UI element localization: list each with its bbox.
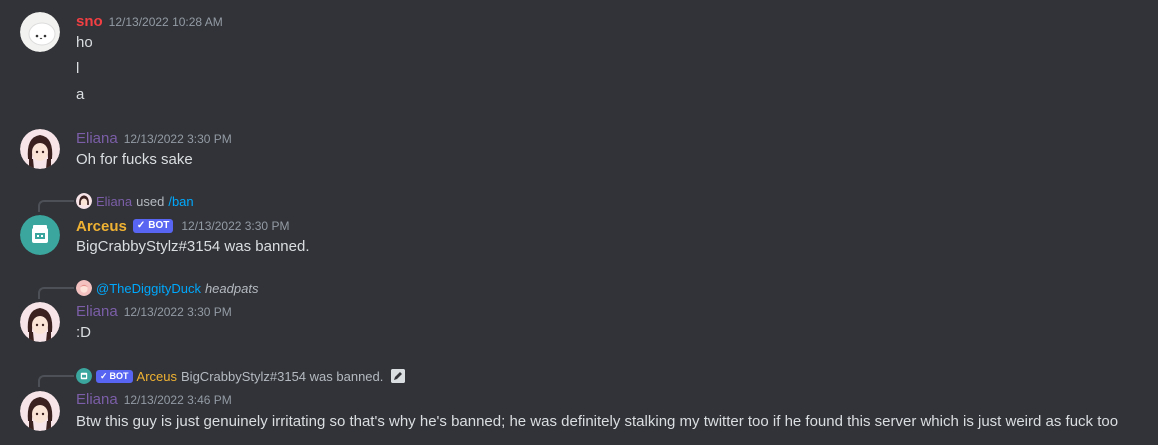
username[interactable]: Arceus <box>76 218 127 235</box>
edit-icon <box>391 369 406 383</box>
username[interactable]: Eliana <box>76 130 118 147</box>
message-eliana-reply-arceus: ✓ BOT Arceus BigCrabbyStylz#3154 was ban… <box>0 367 1158 437</box>
avatar-sno[interactable] <box>20 12 60 52</box>
reply-spine <box>38 287 74 299</box>
message-line: ho <box>76 34 93 51</box>
check-icon: ✓ <box>136 220 146 231</box>
reply-username[interactable]: Arceus <box>137 369 177 384</box>
message-line: a <box>76 86 85 103</box>
reply-preview[interactable]: @TheDiggityDuck headpats <box>76 279 258 297</box>
bot-badge-label: BOT <box>109 370 129 381</box>
username[interactable]: Eliana <box>76 391 118 408</box>
avatar-eliana[interactable] <box>20 302 60 342</box>
reply-text: BigCrabbyStylz#3154 was banned. <box>181 368 384 384</box>
avatar-eliana[interactable] <box>20 129 60 169</box>
bot-badge: ✓ BOT <box>96 369 133 383</box>
reply-text: headpats <box>204 280 259 296</box>
bot-badge: ✓ BOT <box>132 219 174 233</box>
username[interactable]: sno <box>76 13 103 30</box>
message-line: :D <box>76 324 91 341</box>
check-icon: ✓ <box>100 370 108 381</box>
message-line: Oh for fucks sake <box>76 151 193 168</box>
bot-badge-label: BOT <box>148 220 170 231</box>
reply-mention[interactable]: @TheDiggityDuck <box>96 281 201 296</box>
reply-username[interactable]: Eliana <box>96 194 132 209</box>
message-eliana-reply: @TheDiggityDuck headpats Eliana 12/13/20… <box>0 279 1158 349</box>
message-arceus: Eliana used /ban Arceus ✓ BOT 12/13/2022… <box>0 192 1158 262</box>
slash-command[interactable]: /ban <box>168 194 193 209</box>
message-line: BigCrabbyStylz#3154 was banned. <box>76 238 310 255</box>
reply-spine <box>38 200 74 212</box>
message-sno: sno 12/13/2022 10:28 AM ho l a <box>0 10 1158 110</box>
avatar-arceus[interactable] <box>20 215 60 255</box>
timestamp[interactable]: 12/13/2022 3:30 PM <box>124 132 232 146</box>
mini-avatar-arceus <box>76 368 92 384</box>
mini-avatar-eliana <box>76 193 92 209</box>
mini-avatar-thediggityduck <box>76 280 92 296</box>
message-line: Btw this guy is just genuinely irritatin… <box>76 413 1119 430</box>
reply-used-text: used <box>136 193 165 209</box>
timestamp[interactable]: 12/13/2022 10:28 AM <box>109 15 223 29</box>
reply-preview[interactable]: ✓ BOT Arceus BigCrabbyStylz#3154 was ban… <box>76 367 406 385</box>
avatar-eliana[interactable] <box>20 391 60 431</box>
timestamp[interactable]: 12/13/2022 3:30 PM <box>124 305 232 319</box>
message-line: l <box>76 60 80 77</box>
message-eliana: Eliana 12/13/2022 3:30 PM Oh for fucks s… <box>0 127 1158 177</box>
timestamp[interactable]: 12/13/2022 3:30 PM <box>181 219 289 233</box>
timestamp[interactable]: 12/13/2022 3:46 PM <box>124 393 232 407</box>
reply-preview[interactable]: Eliana used /ban <box>76 192 194 210</box>
reply-spine <box>38 375 74 387</box>
username[interactable]: Eliana <box>76 303 118 320</box>
